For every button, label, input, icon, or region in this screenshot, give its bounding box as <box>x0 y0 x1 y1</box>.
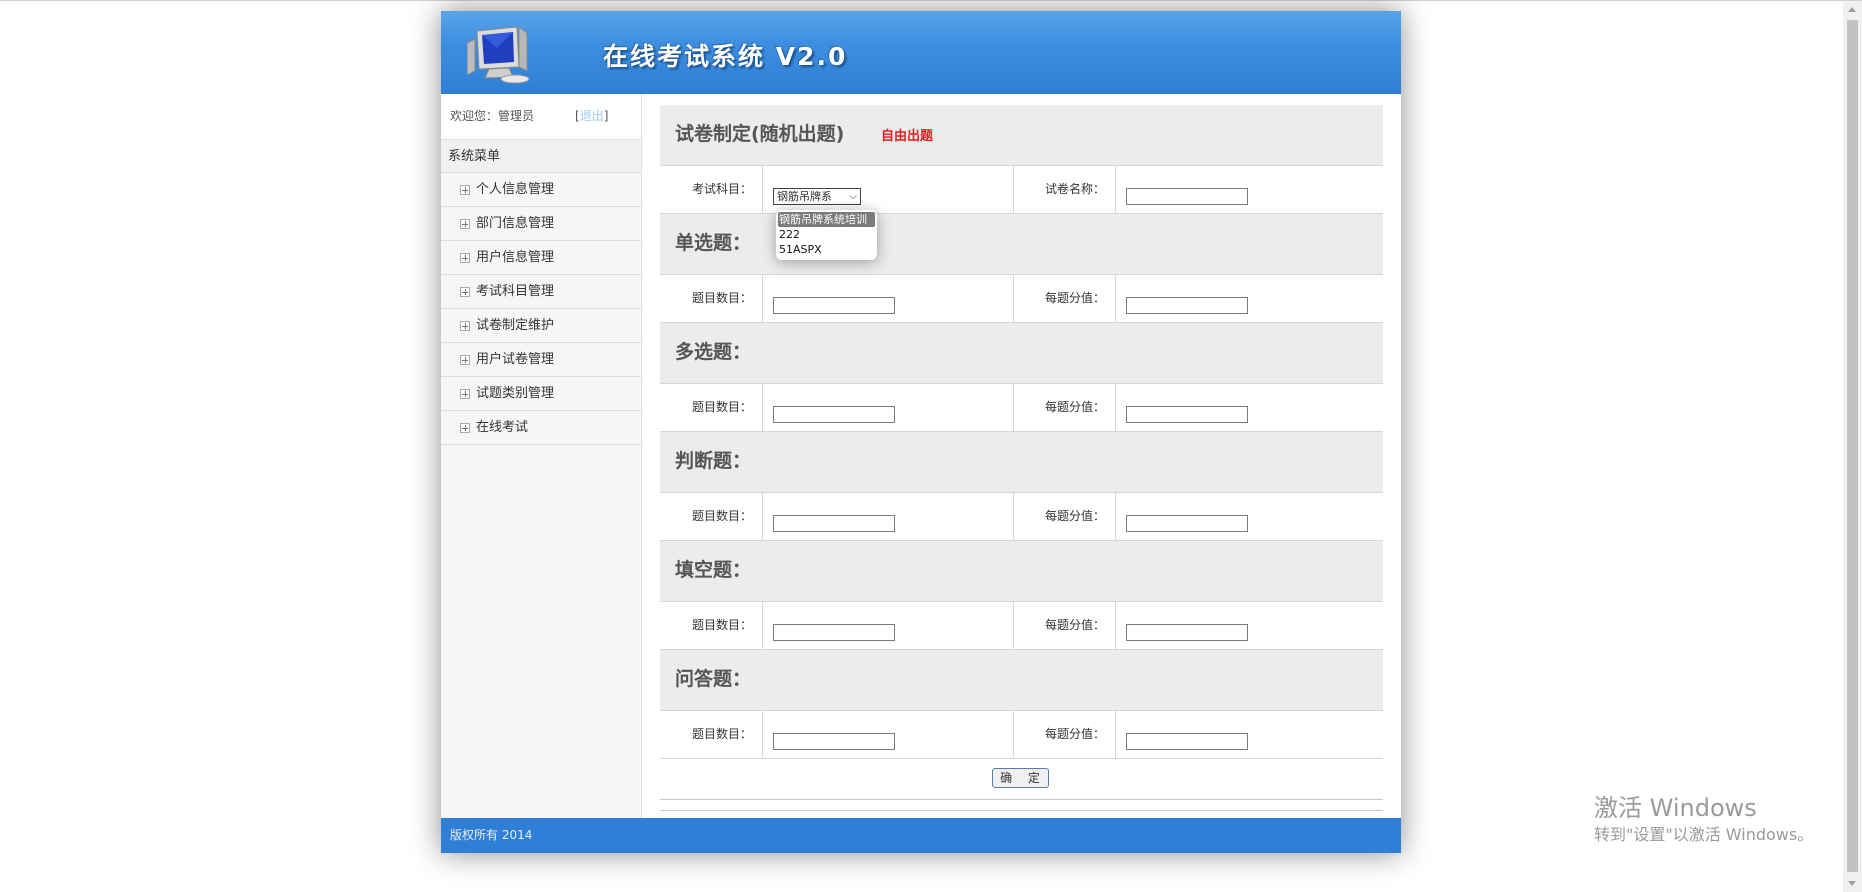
welcome-text: 欢迎您：管理员 <box>450 109 535 123</box>
dropdown-option[interactable]: 钢筋吊牌系统培训 <box>778 212 875 227</box>
sidebar-item-user-info[interactable]: 用户信息管理 <box>441 241 641 275</box>
fill-score-input[interactable] <box>1126 624 1248 641</box>
scroll-down-arrow-icon[interactable] <box>1848 881 1856 886</box>
activation-watermark-title: 激活 Windows <box>1594 794 1757 822</box>
system-title: 在线考试系统 V2.0 <box>603 42 848 71</box>
scroll-up-arrow-icon[interactable] <box>1848 7 1856 12</box>
multiple-score-input[interactable] <box>1126 406 1248 423</box>
expand-plus-icon <box>460 355 470 365</box>
sidebar-item-user-papers[interactable]: 用户试卷管理 <box>441 343 641 377</box>
fill-count-input[interactable] <box>773 624 895 641</box>
count-label: 题目数目： <box>660 602 763 649</box>
content-bottom-divider <box>660 810 1383 811</box>
section-title: 问答题： <box>675 668 752 690</box>
computer-monitor-icon <box>467 26 530 84</box>
score-label: 每题分值： <box>1013 384 1116 431</box>
logout-link[interactable]: 退出 <box>580 109 604 123</box>
vertical-scrollbar[interactable] <box>1843 1 1862 892</box>
sidebar-item-label: 在线考试 <box>476 420 529 435</box>
score-label: 每题分值： <box>1013 493 1116 540</box>
count-label: 题目数目： <box>660 384 763 431</box>
essay-count-input[interactable] <box>773 733 895 750</box>
expand-plus-icon <box>460 287 470 297</box>
section-row-essay: 题目数目： 每题分值： <box>660 711 1383 759</box>
dropdown-option[interactable]: 222 <box>776 227 877 242</box>
count-label: 题目数目： <box>660 493 763 540</box>
main-content: 试卷制定(随机出题) 自由出题 考试科目： 钢筋吊牌系 ⌵ 试卷名称： 单选题： … <box>660 105 1383 800</box>
logout-wrapper: [退出] <box>575 94 608 139</box>
essay-score-input[interactable] <box>1126 733 1248 750</box>
page-title-band: 试卷制定(随机出题) 自由出题 <box>660 105 1383 166</box>
section-title: 判断题： <box>675 450 752 472</box>
section-title: 单选题： <box>675 232 752 254</box>
section-row-single: 题目数目： 每题分值： <box>660 275 1383 323</box>
section-title: 填空题： <box>675 559 752 581</box>
count-label: 题目数目： <box>660 275 763 322</box>
subject-label: 考试科目： <box>660 166 763 213</box>
expand-plus-icon <box>460 321 470 331</box>
count-label: 题目数目： <box>660 711 763 758</box>
sidebar-item-question-category[interactable]: 试题类别管理 <box>441 377 641 411</box>
expand-plus-icon <box>460 389 470 399</box>
judge-score-input[interactable] <box>1126 515 1248 532</box>
welcome-bar: 欢迎您：管理员 [退出] <box>441 94 641 139</box>
sidebar-item-label: 考试科目管理 <box>476 284 555 299</box>
judge-count-input[interactable] <box>773 515 895 532</box>
paper-name-label: 试卷名称： <box>1013 166 1116 213</box>
subject-selected-value: 钢筋吊牌系 <box>777 190 832 203</box>
section-row-multiple: 题目数目： 每题分值： <box>660 384 1383 432</box>
sidebar-item-online-exam[interactable]: 在线考试 <box>441 411 641 445</box>
scrollbar-thumb[interactable] <box>1847 20 1858 872</box>
single-score-input[interactable] <box>1126 297 1248 314</box>
sidebar-item-department-info[interactable]: 部门信息管理 <box>441 207 641 241</box>
logout-bracket-close: ] <box>603 109 609 123</box>
section-band-fill: 填空题： <box>660 541 1383 602</box>
single-count-input[interactable] <box>773 297 895 314</box>
sidebar-item-exam-subject[interactable]: 考试科目管理 <box>441 275 641 309</box>
section-band-essay: 问答题： <box>660 650 1383 711</box>
sidebar-item-label: 个人信息管理 <box>476 182 555 197</box>
footer: 版权所有 2014 <box>441 818 1401 853</box>
window-top-border <box>0 0 1862 1</box>
score-label: 每题分值： <box>1013 275 1116 322</box>
subject-row: 考试科目： 钢筋吊牌系 ⌵ 试卷名称： <box>660 166 1383 214</box>
sidebar-item-paper-maintenance[interactable]: 试卷制定维护 <box>441 309 641 343</box>
sidebar-item-label: 用户试卷管理 <box>476 352 555 367</box>
sidebar-item-label: 试卷制定维护 <box>476 318 555 333</box>
chevron-down-icon: ⌵ <box>849 191 857 202</box>
sidebar-item-label: 用户信息管理 <box>476 250 555 265</box>
menu-title: 系统菜单 <box>441 139 641 173</box>
section-band-single: 单选题： <box>660 214 1383 275</box>
section-band-judge: 判断题： <box>660 432 1383 493</box>
sidebar-item-personal-info[interactable]: 个人信息管理 <box>441 173 641 207</box>
header-banner: 在线考试系统 V2.0 <box>441 11 1401 94</box>
expand-plus-icon <box>460 219 470 229</box>
sidebar: 欢迎您：管理员 [退出] 系统菜单 个人信息管理 部门信息管理 用户信息管理 考… <box>441 94 642 818</box>
menu-list: 个人信息管理 部门信息管理 用户信息管理 考试科目管理 试卷制定维护 用户试卷管… <box>441 173 641 445</box>
section-row-fill: 题目数目： 每题分值： <box>660 602 1383 650</box>
dropdown-option[interactable]: 51ASPX <box>776 242 877 257</box>
activation-watermark-subtitle: 转到"设置"以激活 Windows。 <box>1594 825 1814 844</box>
subject-select[interactable]: 钢筋吊牌系 ⌵ <box>773 188 861 205</box>
section-band-multiple: 多选题： <box>660 323 1383 384</box>
free-question-link[interactable]: 自由出题 <box>881 125 933 144</box>
subject-dropdown-list: 钢筋吊牌系统培训 222 51ASPX <box>776 210 877 260</box>
submit-area: 确 定 <box>660 759 1383 800</box>
page-title: 试卷制定(随机出题) <box>675 123 845 145</box>
section-row-judge: 题目数目： 每题分值： <box>660 493 1383 541</box>
sidebar-item-label: 部门信息管理 <box>476 216 555 231</box>
expand-plus-icon <box>460 185 470 195</box>
paper-name-input[interactable] <box>1126 188 1248 205</box>
sidebar-item-label: 试题类别管理 <box>476 386 555 401</box>
expand-plus-icon <box>460 253 470 263</box>
confirm-button[interactable]: 确 定 <box>992 768 1049 788</box>
multiple-count-input[interactable] <box>773 406 895 423</box>
score-label: 每题分值： <box>1013 602 1116 649</box>
section-title: 多选题： <box>675 341 752 363</box>
expand-plus-icon <box>460 423 470 433</box>
score-label: 每题分值： <box>1013 711 1116 758</box>
